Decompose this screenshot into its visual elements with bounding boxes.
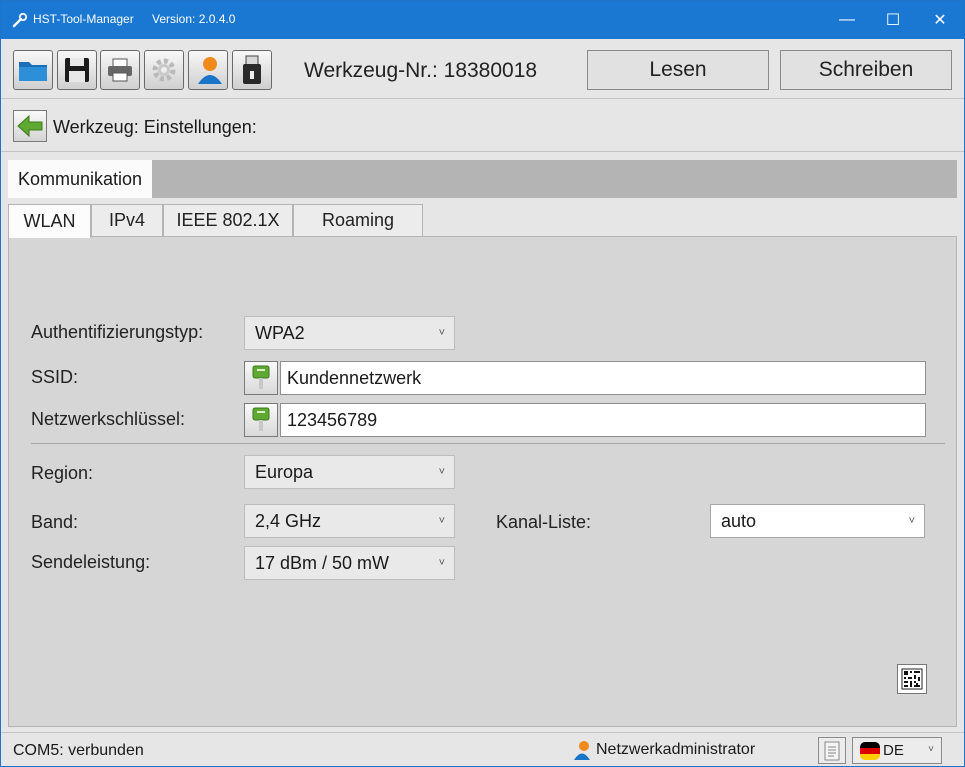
tab-roaming[interactable]: Roaming <box>293 204 423 236</box>
network-key-label: Netzwerkschlüssel: <box>31 409 186 429</box>
close-button[interactable]: ✕ <box>917 1 963 39</box>
key-icon <box>252 407 270 431</box>
read-button[interactable]: Lesen <box>587 50 769 90</box>
qr-code-icon <box>901 668 923 690</box>
document-icon <box>824 741 840 760</box>
region-value: Europa <box>255 461 314 482</box>
title-bar: HST-Tool-Manager Version: 2.0.4.0 — ☐ ✕ <box>1 1 964 39</box>
outer-tab-strip: Kommunikation <box>8 160 957 198</box>
tab-wlan[interactable]: WLAN <box>8 204 91 238</box>
chevron-down-icon: ˅ <box>438 515 445 527</box>
qr-code-button[interactable] <box>897 664 927 694</box>
auth-type-value: WPA2 <box>255 322 305 343</box>
key-icon <box>252 365 270 389</box>
print-button[interactable] <box>100 50 140 90</box>
inner-tab-strip: WLAN IPv4 IEEE 802.1X Roaming <box>8 204 957 238</box>
user-icon <box>198 57 222 84</box>
network-key-button[interactable] <box>244 403 278 437</box>
user-icon <box>574 741 590 760</box>
german-flag-icon <box>860 741 880 760</box>
printer-icon <box>108 58 132 82</box>
band-label: Band: <box>31 512 79 532</box>
region-select[interactable]: Europa ˅ <box>244 455 455 489</box>
window-version: Version: 2.0.4.0 <box>152 12 236 26</box>
tab-ieee-8021x[interactable]: IEEE 802.1X <box>163 204 293 236</box>
tool-number: Werkzeug-Nr.: 18380018 <box>304 59 538 82</box>
log-button[interactable] <box>818 737 846 764</box>
window-title: HST-Tool-Manager <box>33 12 134 26</box>
nav-bar: Werkzeug: Einstellungen: <box>1 100 964 152</box>
ssid-field[interactable]: Kundennetzwerk <box>280 361 926 395</box>
ssid-key-button[interactable] <box>244 361 278 395</box>
app-window: HST-Tool-Manager Version: 2.0.4.0 — ☐ ✕ <box>0 0 965 767</box>
tab-kommunikation[interactable]: Kommunikation <box>8 160 153 198</box>
connection-status: COM5: verbunden <box>13 742 144 759</box>
open-button[interactable] <box>13 50 53 90</box>
tx-power-value: 17 dBm / 50 mW <box>255 552 390 573</box>
chevron-down-icon: ˅ <box>438 557 445 569</box>
ssid-label: SSID: <box>31 367 79 387</box>
chevron-down-icon: ˅ <box>438 466 445 478</box>
wlan-settings-panel: Authentifizierungstyp: WPA2 ˅ SSID: Kund… <box>8 236 957 727</box>
tab-ipv4[interactable]: IPv4 <box>91 204 163 236</box>
page-title: Werkzeug: Einstellungen: <box>53 117 257 137</box>
chevron-down-icon: ˅ <box>928 744 934 755</box>
maximize-button[interactable]: ☐ <box>870 1 916 39</box>
arrow-left-icon <box>17 114 43 138</box>
tx-power-label: Sendeleistung: <box>31 552 151 572</box>
chevron-down-icon: ˅ <box>438 327 445 339</box>
user-button[interactable] <box>188 50 228 90</box>
channel-list-label: Kanal-Liste: <box>496 512 592 532</box>
folder-icon <box>19 62 47 81</box>
band-value: 2,4 GHz <box>255 510 322 531</box>
chevron-down-icon: ˅ <box>908 515 915 527</box>
save-button[interactable] <box>57 50 97 90</box>
region-label: Region: <box>31 463 94 483</box>
back-button[interactable] <box>13 110 47 142</box>
user-role: Netzwerkadministrator <box>571 740 755 760</box>
usb-icon <box>243 55 261 84</box>
status-bar: COM5: verbunden Netzwerkadministrator DE… <box>1 732 964 766</box>
save-icon <box>65 58 89 82</box>
user-role-label: Netzwerkadministrator <box>596 741 756 758</box>
write-button[interactable]: Schreiben <box>780 50 952 90</box>
settings-icon <box>152 58 176 82</box>
auth-type-select[interactable]: WPA2 ˅ <box>244 316 455 350</box>
section-divider <box>31 443 945 444</box>
minimize-button[interactable]: — <box>824 1 870 39</box>
language-value: DE <box>883 742 904 759</box>
network-key-field[interactable]: 123456789 <box>280 403 926 437</box>
tx-power-select[interactable]: 17 dBm / 50 mW ˅ <box>244 546 455 580</box>
band-select[interactable]: 2,4 GHz ˅ <box>244 504 455 538</box>
auth-type-label: Authentifizierungstyp: <box>31 322 204 342</box>
wrench-icon <box>12 12 28 28</box>
channel-list-value: auto <box>721 510 757 531</box>
toolbar: Werkzeug-Nr.: 18380018 Lesen Schreiben <box>1 39 964 99</box>
usb-button[interactable] <box>232 50 272 90</box>
language-select[interactable]: DE ˅ <box>852 737 942 764</box>
channel-list-select[interactable]: auto ˅ <box>710 504 925 538</box>
settings-button[interactable] <box>144 50 184 90</box>
